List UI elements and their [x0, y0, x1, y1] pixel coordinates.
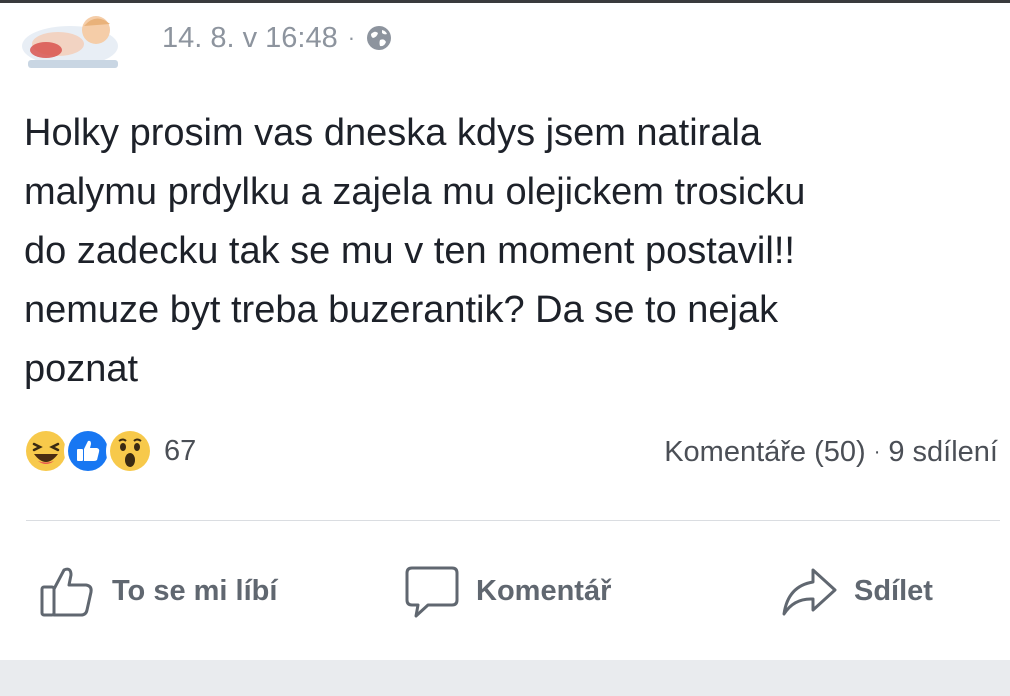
- reaction-count: 67: [164, 434, 197, 467]
- wow-icon: [106, 427, 154, 475]
- share-button[interactable]: Sdílet: [780, 555, 933, 627]
- post-timestamp[interactable]: 14. 8. v 16:48: [162, 22, 338, 55]
- haha-icon: [22, 427, 70, 475]
- comments-count[interactable]: Komentáře (50): [664, 436, 866, 469]
- share-arrow-icon: [782, 568, 837, 616]
- like-icon: [64, 427, 112, 475]
- share-label: Sdílet: [854, 574, 933, 607]
- stats-separator: ·: [873, 440, 881, 463]
- avatar[interactable]: [18, 4, 130, 70]
- facebook-post: 14. 8. v 16:48 · Holky prosim vas dneska…: [0, 0, 1010, 696]
- divider: [26, 520, 1000, 521]
- feed-gap: [0, 660, 1010, 696]
- comment-bubble-icon: [405, 566, 459, 618]
- thumbs-up-icon: [40, 567, 93, 617]
- post-text: Holky prosim vas dneska kdys jsem natira…: [24, 112, 806, 390]
- comment-button[interactable]: Komentář: [404, 555, 611, 627]
- action-bar: To se mi líbí Komentář Sdílet: [0, 555, 1010, 627]
- globe-icon: [365, 24, 393, 52]
- post-meta: 14. 8. v 16:48 ·: [162, 18, 393, 58]
- shares-count[interactable]: 9 sdílení: [888, 436, 998, 469]
- comment-label: Komentář: [476, 574, 612, 607]
- top-border: [0, 0, 1010, 3]
- engagement-stats: Komentáře (50) · 9 sdílení: [664, 432, 998, 472]
- reactions-summary[interactable]: 67: [22, 427, 197, 475]
- meta-separator: ·: [347, 25, 356, 50]
- like-label: To se mi líbí: [112, 574, 278, 607]
- like-button[interactable]: To se mi líbí: [38, 555, 277, 627]
